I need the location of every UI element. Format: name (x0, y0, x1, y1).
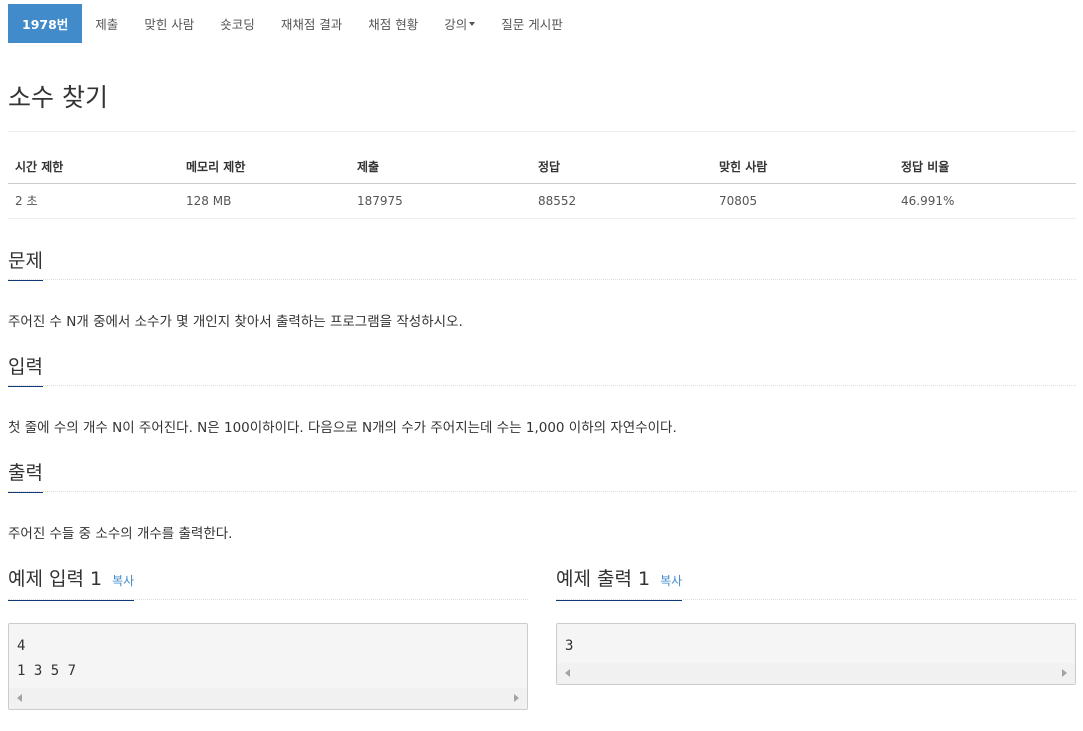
section-divider (8, 491, 1076, 492)
sample-output-heading: 예제 출력 1 복사 (556, 566, 683, 601)
table-header-cell: 시간 제한 (8, 150, 179, 184)
tab-solved-users[interactable]: 맞힌 사람 (131, 4, 207, 43)
output-text: 주어진 수들 중 소수의 개수를 출력한다. (8, 526, 233, 542)
sample-input-panel: 예제 입력 1 복사 4 1 3 5 7 (8, 566, 528, 710)
section-divider (8, 279, 1076, 280)
table-cell: 46.991% (894, 183, 1076, 219)
table-cell: 128 MB (179, 183, 350, 219)
input-section-header: 입력 (8, 354, 1076, 387)
table-cell: 70805 (712, 183, 894, 219)
sample-output-code: 3 (565, 638, 574, 654)
sample-output-title: 예제 출력 1 (556, 568, 651, 590)
table-cell: 88552 (531, 183, 712, 219)
tab-judge-status[interactable]: 채점 현황 (355, 4, 431, 43)
horizontal-scrollbar[interactable] (557, 663, 1075, 684)
sample-output-panel: 예제 출력 1 복사 3 (556, 566, 1076, 685)
scroll-left-icon[interactable] (17, 694, 22, 702)
description-section-header: 문제 (8, 248, 1076, 281)
section-divider (8, 385, 1076, 386)
table-header-cell: 제출 (350, 150, 531, 184)
problem-nav-tabs: 1978번 제출 맞힌 사람 숏코딩 재채점 결과 채점 현황 강의 질문 게시… (8, 4, 576, 43)
page-title: 소수 찾기 (8, 83, 108, 112)
table-header-cell: 정답 (531, 150, 712, 184)
sample-input-heading: 예제 입력 1 복사 (8, 566, 135, 601)
scroll-right-icon[interactable] (514, 694, 519, 702)
input-text: 첫 줄에 수의 개수 N이 주어진다. N은 100이하이다. 다음으로 N개의… (8, 420, 677, 436)
table-cell: 2 초 (8, 183, 179, 219)
copy-button[interactable]: 복사 (660, 574, 682, 588)
tab-submit[interactable]: 제출 (82, 4, 131, 43)
copy-button[interactable]: 복사 (112, 574, 134, 588)
tab-question-board[interactable]: 질문 게시판 (488, 4, 575, 43)
sample-input-code: 4 1 3 5 7 (17, 638, 77, 679)
sample-input-title: 예제 입력 1 (8, 568, 103, 590)
problem-info-table: 시간 제한 메모리 제한 제출 정답 맞힌 사람 정답 비율 2 초 128 M… (8, 150, 1076, 219)
sample-output-header: 예제 출력 1 복사 (556, 566, 1076, 601)
tab-problem-number[interactable]: 1978번 (8, 4, 83, 43)
output-section-header: 출력 (8, 460, 1076, 493)
sample-input-box[interactable]: 4 1 3 5 7 (8, 623, 528, 710)
title-divider (8, 131, 1076, 132)
table-header-cell: 메모리 제한 (179, 150, 350, 184)
table-header-cell: 정답 비율 (894, 150, 1076, 184)
scroll-right-icon[interactable] (1062, 669, 1067, 677)
table-header-row: 시간 제한 메모리 제한 제출 정답 맞힌 사람 정답 비율 (8, 150, 1076, 184)
tab-lectures[interactable]: 강의 (431, 4, 488, 43)
tab-short-coding[interactable]: 숏코딩 (207, 4, 268, 43)
table-cell: 187975 (350, 183, 531, 219)
tab-rejudge-results[interactable]: 재채점 결과 (268, 4, 355, 43)
table-header-cell: 맞힌 사람 (712, 150, 894, 184)
tab-lectures-label: 강의 (444, 17, 468, 32)
scroll-left-icon[interactable] (565, 669, 570, 677)
sample-output-box[interactable]: 3 (556, 623, 1076, 685)
chevron-down-icon (469, 21, 476, 26)
sample-input-header: 예제 입력 1 복사 (8, 566, 528, 601)
description-text: 주어진 수 N개 중에서 소수가 몇 개인지 찾아서 출력하는 프로그램을 작성… (8, 314, 463, 330)
horizontal-scrollbar[interactable] (9, 688, 527, 709)
table-row: 2 초 128 MB 187975 88552 70805 46.991% (8, 183, 1076, 219)
input-heading: 입력 (8, 354, 43, 387)
description-heading: 문제 (8, 248, 43, 281)
output-heading: 출력 (8, 460, 43, 493)
